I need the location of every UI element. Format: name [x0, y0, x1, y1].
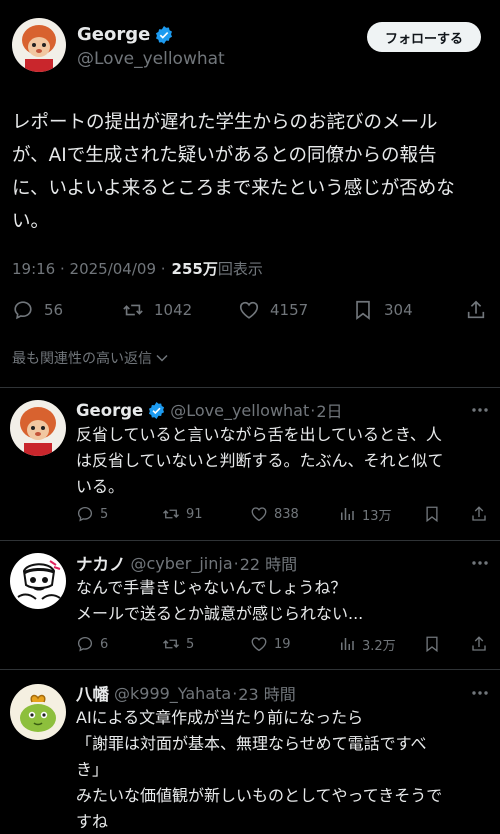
- author-avatar[interactable]: [12, 18, 66, 72]
- chevron-down-icon: [156, 354, 168, 362]
- reply-text: AIによる文章作成が当たり前になったら 「謝罪は対面が基本、無理ならせめて電話で…: [76, 708, 443, 831]
- reply-action-bar: 6 5 19 3.2万: [76, 630, 490, 658]
- reply-time[interactable]: 23 時間: [238, 681, 295, 705]
- author-name[interactable]: George: [77, 24, 150, 45]
- post-timestamp[interactable]: 19:16 · 2025/04/09 ·: [12, 260, 166, 278]
- reply-text: なんで手書きじゃないんでしょうね？ メールで送るとか誠意が感じられない...: [76, 578, 364, 623]
- reply-action-bar: 5 91 838 13万: [76, 500, 490, 528]
- repost-icon: [123, 304, 143, 316]
- reply-text: 反省していると言いながら舌を出しているとき、人 は反省していないと判断する。たぶ…: [76, 425, 444, 496]
- more-options-icon[interactable]: [470, 400, 490, 420]
- share-icon: [472, 506, 486, 521]
- more-options-icon[interactable]: [470, 683, 490, 703]
- analytics-icon: [341, 638, 354, 650]
- repost-icon: [163, 639, 179, 649]
- reply-author-name[interactable]: ナカノ: [76, 551, 126, 575]
- share-button[interactable]: [470, 500, 488, 528]
- reply-icon: [14, 301, 32, 320]
- heart-icon: [251, 507, 267, 522]
- reply-button[interactable]: 56: [12, 290, 63, 330]
- bookmark-icon: [356, 300, 370, 320]
- analytics-icon: [341, 508, 354, 520]
- views-button[interactable]: 13万: [338, 500, 392, 528]
- share-button[interactable]: [465, 290, 487, 330]
- post-header: George @Love_yellowhat フォローする: [0, 0, 500, 90]
- share-icon: [472, 636, 486, 651]
- reply-button[interactable]: 6: [76, 630, 108, 658]
- reply-author-handle[interactable]: @k999_Yahata: [114, 684, 231, 703]
- reply-author-name[interactable]: George: [76, 401, 143, 420]
- bookmark-button[interactable]: 304: [352, 290, 413, 330]
- reply-item[interactable]: George @Love_yellowhat · 2日 反省していると言いながら…: [0, 388, 500, 538]
- like-button[interactable]: 4157: [238, 290, 308, 330]
- reply-avatar[interactable]: [10, 684, 66, 740]
- more-options-icon[interactable]: [470, 553, 490, 573]
- bookmark-icon: [426, 506, 438, 523]
- reply-button[interactable]: 5: [76, 500, 108, 528]
- heart-icon: [251, 637, 267, 652]
- bookmark-icon: [426, 636, 438, 653]
- heart-icon: [239, 301, 259, 319]
- like-button[interactable]: 838: [250, 500, 299, 528]
- reply-icon: [77, 636, 93, 652]
- like-button[interactable]: 19: [250, 630, 291, 658]
- share-icon: [467, 300, 485, 319]
- follow-button[interactable]: フォローする: [367, 22, 481, 52]
- reply-item[interactable]: ナカノ @cyber_jinja · 22 時間 なんで手書きじゃないんでしょう…: [0, 541, 500, 669]
- reply-author-name[interactable]: 八幡: [76, 681, 109, 705]
- reply-icon: [77, 506, 93, 522]
- repost-button[interactable]: 91: [162, 500, 203, 528]
- verified-badge-icon: [156, 25, 173, 44]
- post-text: レポートの提出が遅れた学生からのお詫びのメール が、AIで生成された疑いがあると…: [12, 112, 455, 232]
- repost-icon: [163, 509, 179, 519]
- author-handle[interactable]: @Love_yellowhat: [77, 49, 225, 69]
- bookmark-button[interactable]: [423, 630, 441, 658]
- reply-avatar[interactable]: [10, 400, 66, 456]
- views-button[interactable]: 3.2万: [338, 630, 396, 658]
- reply-item[interactable]: 八幡 @k999_Yahata · 23 時間 AIによる文章作成が当たり前にな…: [0, 670, 500, 834]
- share-button[interactable]: [470, 630, 488, 658]
- repost-button[interactable]: 5: [162, 630, 194, 658]
- post-meta: 19:16 · 2025/04/09 · 255万 回表示: [12, 258, 263, 279]
- repost-button[interactable]: 1042: [122, 290, 192, 330]
- verified-badge-icon: [149, 401, 165, 419]
- replies-sort-dropdown[interactable]: 最も関連性の高い返信: [12, 348, 169, 368]
- view-count: 255万: [171, 260, 218, 278]
- bookmark-button[interactable]: [423, 500, 441, 528]
- reply-avatar[interactable]: [10, 553, 66, 609]
- reply-author-handle[interactable]: @cyber_jinja: [131, 554, 233, 573]
- reply-time[interactable]: 22 時間: [240, 551, 297, 575]
- view-label: 回表示: [217, 260, 263, 278]
- post-action-bar: 56 1042 4157 304: [0, 290, 500, 330]
- reply-author-handle[interactable]: @Love_yellowhat: [170, 401, 309, 420]
- reply-time[interactable]: 2日: [316, 398, 342, 422]
